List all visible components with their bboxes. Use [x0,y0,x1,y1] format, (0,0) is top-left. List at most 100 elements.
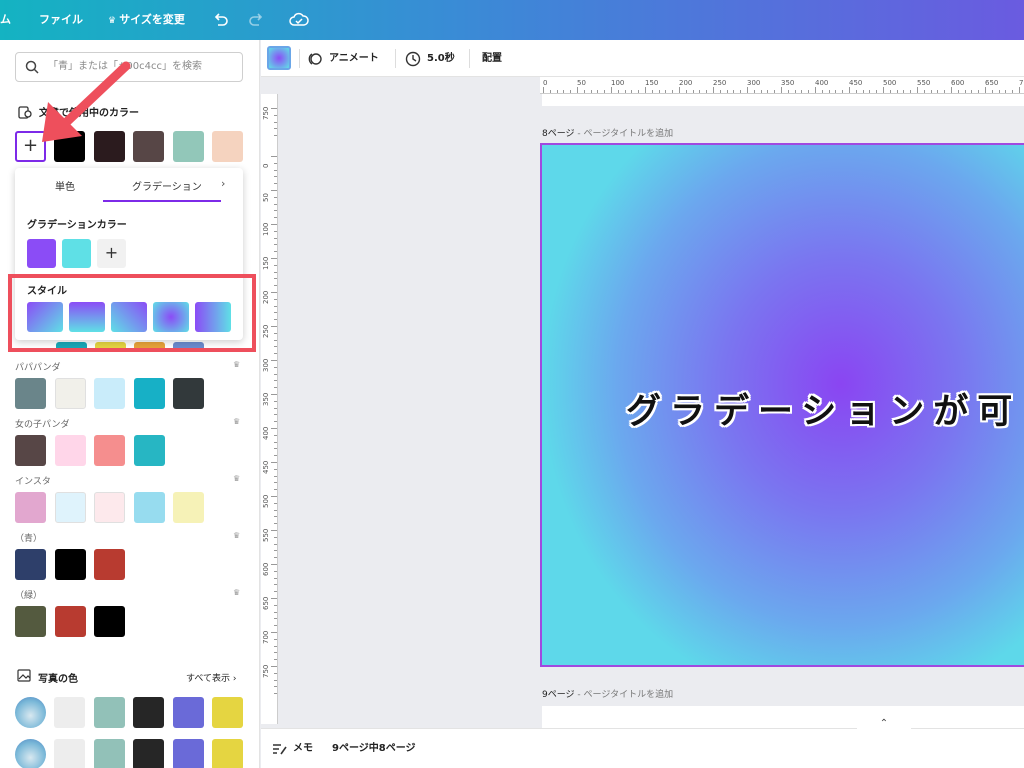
ruler-tick-mark [767,90,769,93]
color-swatch[interactable] [94,492,125,523]
ruler-tick-mark [556,90,558,93]
notes-button[interactable]: メモ [293,729,313,768]
ruler-tick-label: 700 [1019,79,1024,87]
tab-solid[interactable]: 単色 [55,178,75,193]
show-all-link[interactable]: すべて表示 › [186,671,236,684]
ruler-tick-mark [274,380,277,382]
chevron-right-icon[interactable]: › [221,177,225,190]
ruler-tick-mark [274,196,277,198]
ruler-tick-label: 300 [747,79,761,87]
ruler-tick-mark [274,387,277,389]
ruler-tick-mark [274,570,277,572]
gradient-color-2[interactable] [62,239,91,268]
ruler-tick-mark [638,90,640,93]
color-swatch[interactable] [172,697,204,728]
color-swatch[interactable] [54,492,86,523]
color-swatch[interactable] [15,378,46,409]
redo-icon[interactable] [247,11,265,29]
color-swatch[interactable] [93,697,125,728]
ruler-tick-mark [274,502,277,504]
ruler-tick-mark [842,90,844,93]
duration-button[interactable]: 5.0秒 [427,40,455,77]
ruler-tick-mark [665,90,667,93]
undo-icon[interactable] [212,11,230,29]
page-8-label[interactable]: 8ページ - ページタイトルを追加 [542,126,673,139]
ruler-tick-mark [271,258,277,259]
color-swatch[interactable] [133,435,165,466]
ruler-tick-mark [271,224,277,225]
color-swatch[interactable] [173,378,204,409]
color-swatch[interactable] [133,492,165,523]
color-swatch[interactable] [212,739,243,768]
color-swatch[interactable] [54,549,86,580]
color-swatch[interactable] [172,739,204,768]
color-swatch[interactable] [15,549,46,580]
color-swatch[interactable] [54,606,86,637]
color-swatch[interactable] [94,606,125,637]
color-swatch[interactable] [212,131,243,162]
color-swatch[interactable] [15,492,46,523]
ruler-tick-mark [271,108,277,109]
ruler-tick-label: 750 [262,106,270,120]
ruler-tick-label: 600 [951,79,965,87]
file-menu[interactable]: ファイル [39,0,83,40]
ruler-tick-mark [274,210,277,212]
photo-thumbnail[interactable] [15,739,46,768]
color-swatch[interactable] [15,435,46,466]
background-color-button[interactable] [267,46,291,70]
toolbar-divider [469,49,470,68]
photo-thumbnail[interactable] [15,697,46,728]
color-swatch[interactable] [133,131,164,162]
color-swatch[interactable] [54,697,85,728]
ruler-tick-mark [719,90,721,93]
page-8-canvas[interactable]: グラデーションが可 [540,143,1024,667]
ruler-tick-mark [645,87,646,93]
ruler-tick-label: 400 [815,79,829,87]
color-swatch[interactable] [133,739,164,768]
editor-toolbar: アニメート 5.0秒 配置 [261,40,1024,77]
home-button[interactable]: ム [0,0,11,40]
position-button[interactable]: 配置 [482,40,502,77]
color-swatch[interactable] [15,606,46,637]
color-swatch[interactable] [173,492,204,523]
ruler-tick-mark [274,536,277,538]
color-swatch[interactable] [93,739,125,768]
color-swatch[interactable] [94,549,125,580]
page-counter[interactable]: 9ページ中8ページ [332,729,416,768]
resize-button[interactable]: ♛ サイズを変更 [108,0,185,40]
ruler-tick-label: 350 [262,392,270,406]
color-swatch[interactable] [54,378,86,409]
ruler-tick-mark [271,632,277,633]
document-palette-icon [18,106,32,119]
color-swatch[interactable] [133,697,164,728]
animate-button[interactable]: アニメート [329,40,379,77]
annotation-arrow-icon [42,61,131,142]
ruler-tick-mark [271,292,277,293]
ruler-tick-mark [274,659,277,661]
add-gradient-color-button[interactable]: + [97,239,126,268]
color-swatch[interactable] [133,378,165,409]
cloud-save-icon[interactable] [289,11,309,29]
color-swatch[interactable] [54,435,86,466]
color-swatch[interactable] [54,739,85,768]
page-9-label[interactable]: 9ページ - ページタイトルを追加 [542,687,673,700]
ruler-tick-mark [903,90,905,93]
gradient-color-1[interactable] [27,239,56,268]
ruler-tick-mark [274,121,277,123]
toolbar-divider [299,49,300,68]
color-swatch[interactable] [172,131,204,162]
page-9-canvas[interactable] [542,706,1024,728]
ruler-tick-mark [985,87,986,93]
gradient-colors-title: グラデーションカラー [27,220,127,231]
ruler-tick-mark [274,346,277,348]
ruler-tick-mark [563,90,565,93]
color-swatch[interactable] [212,697,243,728]
ruler-tick-label: 350 [781,79,795,87]
color-swatch[interactable] [94,435,125,466]
heading-text[interactable]: グラデーションが可 [626,383,1021,434]
tab-gradient[interactable]: グラデーション [132,178,202,193]
ruler-tick-label: 0 [262,163,270,168]
ruler-tick-mark [274,278,277,280]
collapse-toggle[interactable]: ⌃ [857,717,911,731]
color-swatch[interactable] [94,378,125,409]
